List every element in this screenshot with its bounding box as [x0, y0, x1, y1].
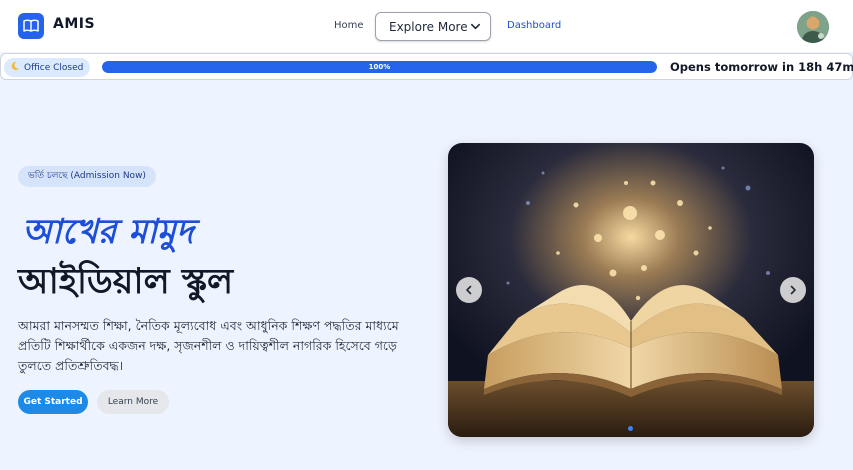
office-hours-progress: 100%: [102, 61, 657, 73]
top-navbar: AMIS Home Explore More Dashboard: [0, 0, 853, 52]
office-status-bar: Office Closed 100% Opens tomorrow in 18h…: [0, 53, 853, 80]
explore-more-selected-value: Explore More: [389, 19, 468, 34]
opening-countdown: Opens tomorrow in 18h 47m 00s: [670, 60, 853, 74]
office-status-badge: Office Closed: [4, 58, 91, 77]
nav-link-home[interactable]: Home: [334, 20, 364, 31]
office-status-label: Office Closed: [24, 62, 84, 73]
carousel-prev-button[interactable]: [456, 277, 482, 303]
progress-label: 100%: [368, 63, 391, 71]
carousel-dot-active[interactable]: [628, 426, 633, 431]
hero-image-carousel: [448, 143, 814, 437]
carousel-next-button[interactable]: [780, 277, 806, 303]
chevron-right-icon: [790, 285, 796, 295]
learn-more-button[interactable]: Learn More: [97, 390, 169, 414]
moon-icon: [10, 61, 20, 74]
avatar[interactable]: [797, 11, 829, 43]
hero-description: আমরা মানসম্মত শিক্ষা, নৈতিক মূল্যবোধ এবং…: [18, 318, 399, 373]
get-started-button[interactable]: Get Started: [18, 390, 88, 414]
chevron-left-icon: [466, 285, 472, 295]
school-name-line-2: আইডিয়াল স্কুল: [18, 262, 234, 302]
book-icon[interactable]: [18, 13, 44, 39]
open-book-slide-image: [448, 143, 814, 437]
explore-more-dropdown[interactable]: Explore More: [375, 12, 491, 41]
nav-link-dashboard[interactable]: Dashboard: [507, 20, 561, 31]
admission-badge: ভর্তি চলছে (Admission Now): [18, 166, 156, 187]
brand-name[interactable]: AMIS: [53, 16, 95, 32]
chevron-down-icon: [470, 21, 481, 35]
